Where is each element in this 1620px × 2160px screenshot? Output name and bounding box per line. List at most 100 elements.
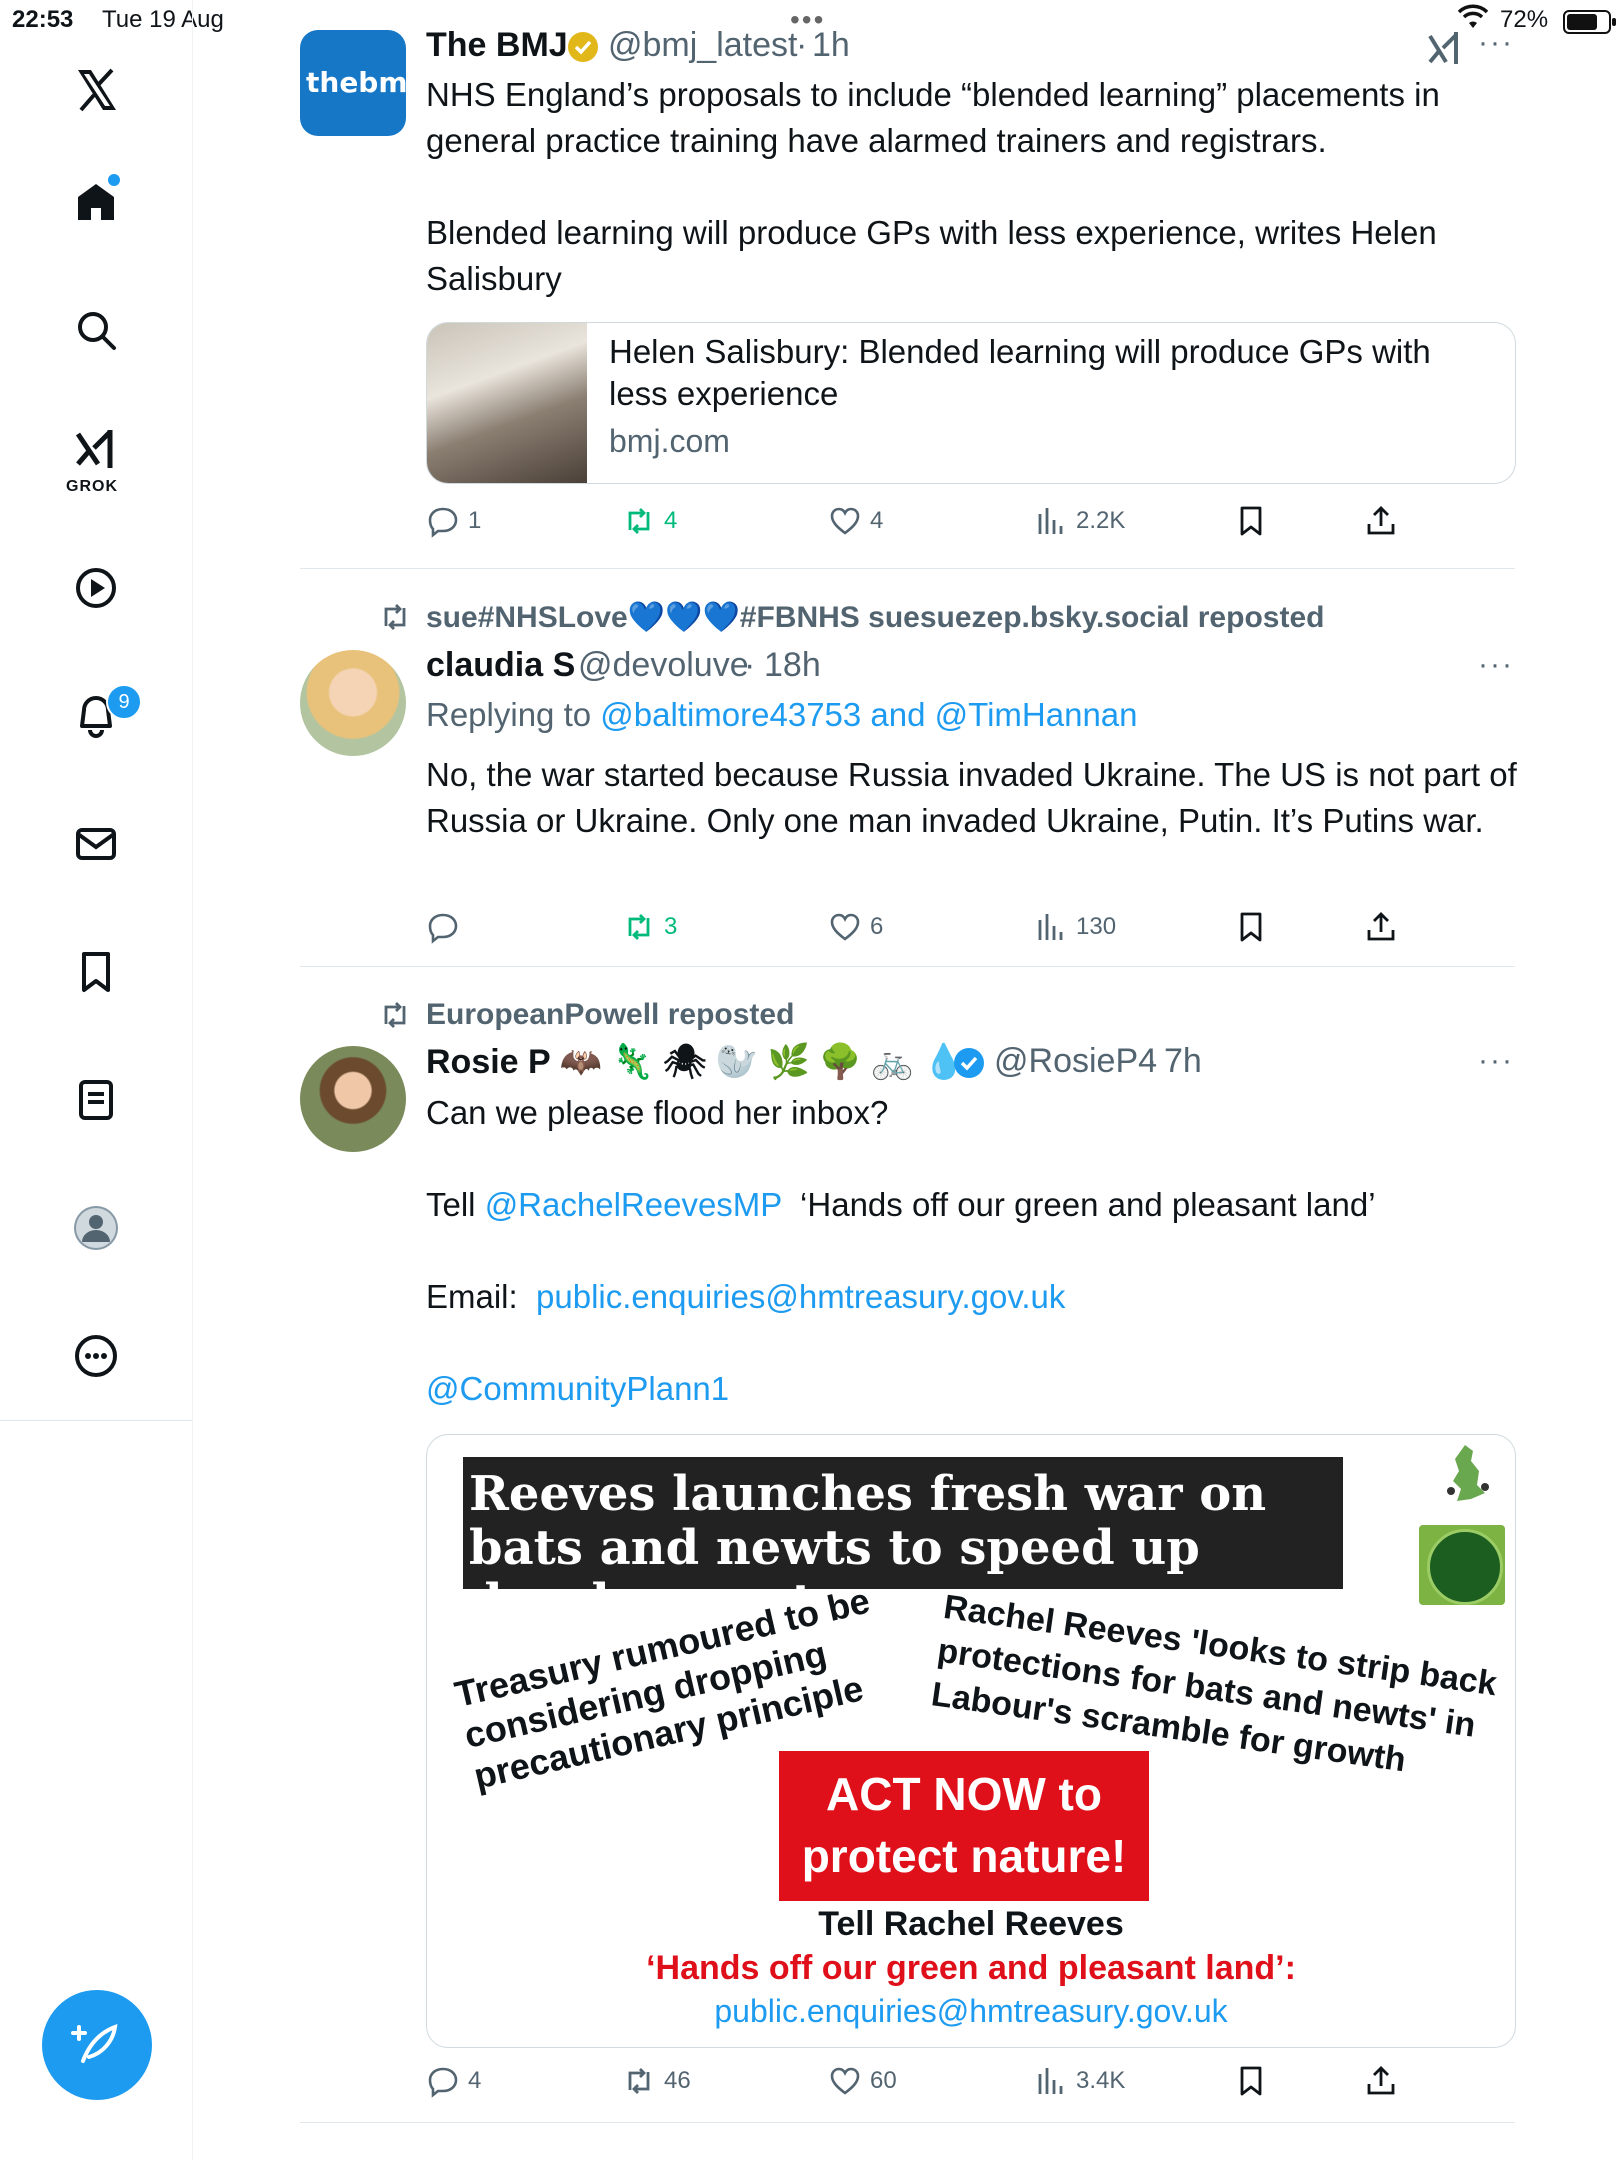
- reply-button[interactable]: [426, 910, 468, 944]
- views-button[interactable]: 3.4K: [1034, 2064, 1125, 2098]
- tell-quote: ‘Hands off our green and pleasant land’: [781, 1186, 1376, 1223]
- search-icon[interactable]: [68, 302, 124, 358]
- messages-icon[interactable]: [68, 816, 124, 872]
- mention-rachel-reeves[interactable]: @RachelReevesMP: [485, 1186, 782, 1223]
- media-headline: Reeves launches fresh war on bats and ne…: [463, 1457, 1343, 1629]
- post-actions: 4 46 60 3.4K: [426, 2064, 1426, 2104]
- reply-icon: [428, 913, 458, 944]
- like-count: 4: [870, 507, 884, 534]
- link-card-image: [427, 323, 587, 483]
- notifications-badge: 9: [106, 684, 142, 720]
- repost-icon: [628, 508, 650, 534]
- author-name[interactable]: The BMJ: [426, 26, 568, 65]
- author-name[interactable]: Rosie P 🦇 🦎 🕷 🦭 🌿 🌳 🚲 💧: [426, 1042, 965, 1082]
- reposted-icon: [378, 998, 412, 1037]
- compose-feather-icon: [71, 2023, 118, 2063]
- grok-label: GROK: [66, 478, 118, 495]
- sidebar: GROK 9: [0, 0, 193, 2160]
- more-icon[interactable]: [68, 1328, 124, 1384]
- bookmark-icon: [1240, 2066, 1262, 2096]
- grok-icon[interactable]: [68, 422, 124, 478]
- team-newt-logo-icon: [1419, 1525, 1505, 1605]
- views-button[interactable]: 2.2K: [1034, 504, 1125, 538]
- heart-icon: [830, 507, 860, 535]
- grok-explain-icon[interactable]: [1426, 30, 1462, 71]
- reply-button[interactable]: 4: [426, 2064, 481, 2098]
- repost-button[interactable]: 4: [622, 504, 677, 538]
- link-card-domain: bmj.com: [609, 423, 730, 459]
- home-unread-dot: [108, 174, 120, 186]
- share-button[interactable]: [1364, 504, 1398, 538]
- email-link[interactable]: public.enquiries@hmtreasury.gov.uk: [536, 1278, 1065, 1315]
- heart-icon: [830, 913, 860, 941]
- reposted-by[interactable]: EuropeanPowell reposted: [426, 998, 794, 1032]
- post-time-sep: ·: [796, 26, 808, 64]
- repost-icon: [628, 914, 650, 940]
- author-handle[interactable]: @bmj_latest: [608, 26, 797, 65]
- bookmark-button[interactable]: [1234, 910, 1268, 944]
- share-icon: [1367, 2066, 1395, 2095]
- bookmark-button[interactable]: [1234, 2064, 1268, 2098]
- share-button[interactable]: [1364, 910, 1398, 944]
- email-label: Email:: [426, 1278, 537, 1315]
- reply-button[interactable]: 1: [426, 504, 481, 538]
- replying-to: Replying to @baltimore43753 and @TimHann…: [426, 696, 1138, 734]
- post-media-image[interactable]: Reeves launches fresh war on bats and ne…: [426, 1434, 1516, 2048]
- author-name[interactable]: claudia S: [426, 646, 575, 685]
- replying-to-users[interactable]: @baltimore43753 and @TimHannan: [600, 696, 1137, 733]
- author-handle[interactable]: @devoluve: [578, 646, 749, 685]
- claudia-avatar[interactable]: [300, 650, 406, 756]
- compose-post-button[interactable]: [42, 1990, 152, 2100]
- battery-icon: [1563, 10, 1616, 34]
- heart-icon: [830, 2067, 860, 2095]
- like-button[interactable]: 6: [828, 910, 883, 944]
- uk-map-logo-icon: [1447, 1445, 1489, 1501]
- like-count: 6: [870, 913, 884, 940]
- post-actions: 1 4 4 2.2K: [426, 504, 1426, 544]
- bookmark-button[interactable]: [1234, 504, 1268, 538]
- like-count: 60: [870, 2067, 897, 2094]
- lists-icon[interactable]: [68, 1072, 124, 1128]
- link-card-title: Helen Salisbury: Blended learning will p…: [609, 333, 1431, 412]
- rosie-avatar[interactable]: [300, 1046, 406, 1152]
- view-count: 130: [1076, 913, 1117, 940]
- link-card[interactable]: Helen Salisbury: Blended learning will p…: [426, 322, 1516, 484]
- post-time[interactable]: 18h: [764, 646, 821, 685]
- sidebar-divider: [0, 1420, 192, 1421]
- like-button[interactable]: 4: [828, 504, 883, 538]
- author-handle[interactable]: @RosieP4: [994, 1042, 1157, 1081]
- reposted-by[interactable]: sue#NHSLove💙💙💙#FBNHS suesuezep.bsky.soci…: [426, 600, 1324, 635]
- video-icon[interactable]: [68, 560, 124, 616]
- repost-icon: [628, 2068, 650, 2094]
- x-logo-icon[interactable]: [68, 62, 124, 118]
- mention-community-plann[interactable]: @CommunityPlann1: [426, 1366, 729, 1412]
- profile-icon[interactable]: [68, 1200, 124, 1256]
- bookmarks-icon[interactable]: [68, 944, 124, 1000]
- bookmark-icon: [1240, 506, 1262, 536]
- repost-count: 46: [664, 2067, 691, 2094]
- share-icon: [1367, 506, 1395, 535]
- views-icon: [1038, 914, 1063, 940]
- share-button[interactable]: [1364, 2064, 1398, 2098]
- post-text-line1: Can we please flood her inbox?: [426, 1094, 889, 1131]
- repost-count: 3: [664, 913, 678, 940]
- repost-button[interactable]: 46: [622, 2064, 691, 2098]
- post-more-icon[interactable]: ···: [1478, 648, 1514, 682]
- media-tell: Tell Rachel Reeves: [818, 1905, 1124, 1943]
- verified-badge-icon: [566, 30, 600, 69]
- repost-button[interactable]: 3: [622, 910, 677, 944]
- reply-count: 1: [468, 507, 482, 534]
- view-count: 2.2K: [1076, 507, 1126, 534]
- bookmark-icon: [1240, 912, 1262, 942]
- post-time[interactable]: 7h: [1164, 1042, 1202, 1081]
- views-button[interactable]: 130: [1034, 910, 1116, 944]
- post-time[interactable]: 1h: [812, 26, 850, 65]
- post-more-icon[interactable]: ···: [1478, 1044, 1514, 1078]
- post-more-icon[interactable]: ···: [1478, 26, 1514, 60]
- like-button[interactable]: 60: [828, 2064, 897, 2098]
- reply-icon: [428, 507, 458, 538]
- reply-count: 4: [468, 2067, 482, 2094]
- views-icon: [1038, 508, 1063, 534]
- bmj-avatar[interactable]: thebmj: [300, 30, 406, 136]
- post-text: NHS England’s proposals to include “blen…: [426, 76, 1440, 297]
